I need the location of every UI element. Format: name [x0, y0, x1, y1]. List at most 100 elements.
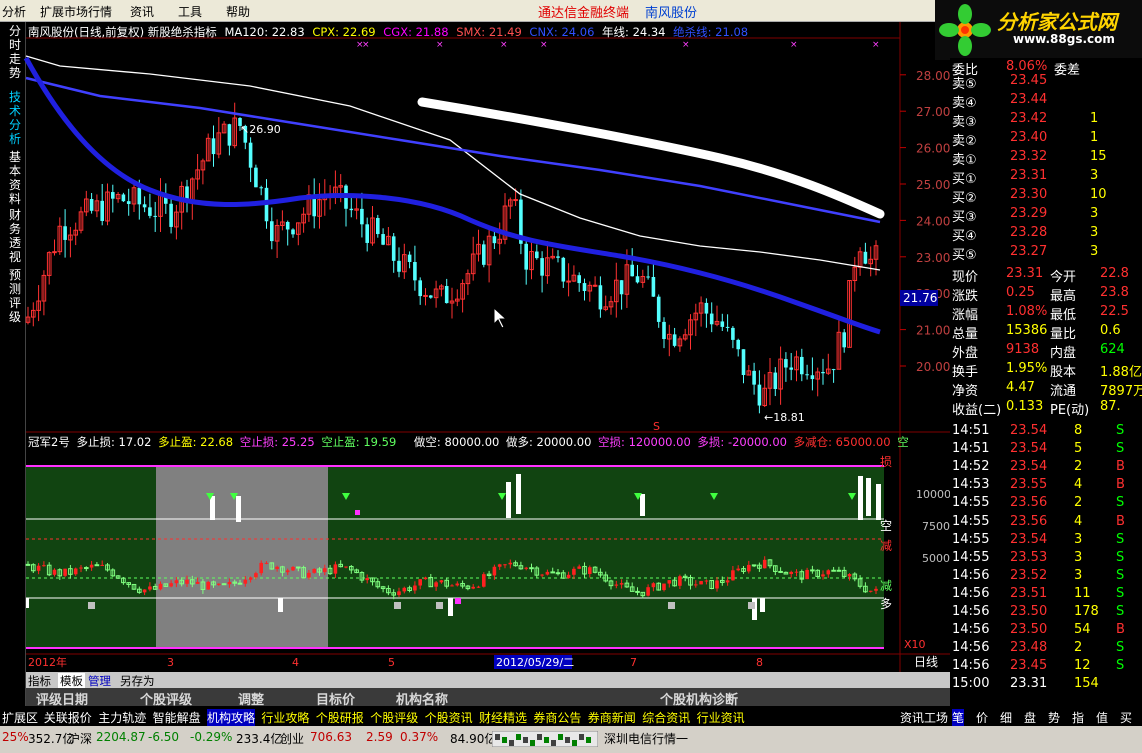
bottom-tab-6[interactable]: 个股研报: [316, 709, 364, 726]
tick-row[interactable]: 14:56 23.51 11 S: [950, 585, 1142, 604]
right-tab-4[interactable]: 盘: [1024, 709, 1036, 726]
price-candle-body: [121, 194, 126, 202]
right-tab-0[interactable]: 资讯工场: [900, 709, 948, 726]
buy-level-4[interactable]: 买④ 23.28 3: [950, 224, 1142, 244]
bottom-tab-8[interactable]: 个股资讯: [425, 709, 473, 726]
tick-row[interactable]: 14:51 23.54 8 S: [950, 422, 1142, 441]
bottom-tab-13[interactable]: 行业资讯: [697, 709, 745, 726]
right-tab-6[interactable]: 指: [1072, 709, 1084, 726]
tick-row[interactable]: 15:00 23.31 154: [950, 675, 1142, 694]
tab-save-as[interactable]: 另存为: [120, 673, 155, 689]
tick-row[interactable]: 14:55 23.56 2 S: [950, 494, 1142, 513]
col-rating-date[interactable]: 评级日期: [36, 689, 88, 708]
tab-indicator[interactable]: 指标: [28, 673, 51, 689]
bottom-tab-10[interactable]: 券商公告: [533, 709, 581, 726]
bottom-tab-11[interactable]: 券商新闻: [588, 709, 636, 726]
right-tab-8[interactable]: 买: [1120, 709, 1132, 726]
date-month-3: 3: [167, 656, 174, 669]
right-tab-3[interactable]: 细: [1000, 709, 1012, 726]
sell-level-5[interactable]: 卖⑤ 23.45: [950, 72, 1142, 92]
right-tab-5[interactable]: 势: [1048, 709, 1060, 726]
ind-candle-body: [344, 566, 348, 568]
quote-row-2[interactable]: 涨幅 1.08% 最低 22.5: [950, 303, 1142, 323]
buy-level-1[interactable]: 买① 23.31 3: [950, 167, 1142, 187]
status-mini-bar: [565, 737, 570, 743]
bottom-tab-3[interactable]: 智能解盘: [153, 709, 201, 726]
price-candle-body: [784, 359, 788, 368]
price-candle-body: [656, 296, 661, 322]
ind-white-bar: [26, 598, 29, 608]
quote-row-4[interactable]: 外盘 9138 内盘 624: [950, 341, 1142, 361]
main-header-7: 绝杀线: 21.08: [673, 25, 749, 39]
quote-row-7[interactable]: 收益(二) 0.133 PE(动) 87.: [950, 398, 1142, 418]
col-diagnosis[interactable]: 个股机构诊断: [660, 689, 738, 708]
buy-level-2[interactable]: 买② 23.30 10: [950, 186, 1142, 206]
buy-level-3[interactable]: 买③ 23.29 3: [950, 205, 1142, 225]
ind-candle-body: [312, 568, 316, 573]
price-candle-body: [773, 372, 778, 390]
tick-row[interactable]: 14:51 23.54 5 S: [950, 440, 1142, 459]
cursor-date: 2012/05/29/二: [496, 656, 574, 669]
quote-row-5-cell: 1.88亿: [1100, 365, 1142, 380]
right-tab-1[interactable]: 笔: [952, 709, 965, 726]
chart-area[interactable]: ×× × × × × × × 28.0027.0026.0025.0024.0023.002…: [0, 0, 950, 672]
tick-row-cell: 14:51: [952, 441, 990, 457]
sell-level-1[interactable]: 卖① 23.32 15: [950, 148, 1142, 168]
status-mini-bar: [544, 737, 549, 743]
status-gem-name: 创业: [280, 732, 305, 746]
quote-row-3[interactable]: 总量 15386 量比 0.6: [950, 322, 1142, 342]
tick-row[interactable]: 14:56 23.48 2 S: [950, 639, 1142, 658]
status-feed[interactable]: 深圳电信行情一: [604, 730, 688, 747]
right-tab-2[interactable]: 价: [976, 709, 988, 726]
bottom-tab-12[interactable]: 综合资讯: [642, 709, 690, 726]
status-bar: 25% 352.7亿 沪深 2204.87 -6.50 -0.29% 233.4…: [0, 726, 1142, 753]
quote-row-1-cell: 23.8: [1100, 285, 1129, 300]
col-institution[interactable]: 机构名称: [396, 689, 448, 708]
ind-scale: X10: [904, 638, 926, 651]
quote-row-1[interactable]: 涨跌 0.25 最高 23.8: [950, 284, 1142, 304]
price-candle-body: [254, 167, 258, 188]
tick-row[interactable]: 14:56 23.50 54 B: [950, 621, 1142, 640]
tick-row-cell: B: [1116, 477, 1125, 493]
quote-row-2-cell: 涨幅: [952, 308, 979, 323]
main-header-5: CNX: 24.06: [529, 25, 595, 39]
cpx-thick-line: [417, 97, 885, 219]
tick-row[interactable]: 14:55 23.54 3 S: [950, 531, 1142, 550]
sell-level-3[interactable]: 卖③ 23.42 1: [950, 110, 1142, 130]
status-mini-bar: [558, 734, 563, 740]
buy-level-5[interactable]: 买⑤ 23.27 3: [950, 243, 1142, 263]
ind-candle-body: [725, 580, 730, 583]
tick-row[interactable]: 14:52 23.54 2 B: [950, 458, 1142, 477]
tab-manage[interactable]: 管理: [88, 673, 111, 689]
bottom-tab-0[interactable]: 扩展区: [2, 709, 38, 726]
col-target-price[interactable]: 目标价: [316, 689, 355, 708]
quote-row-0[interactable]: 现价 23.31 今开 22.8: [950, 265, 1142, 285]
ind-candle-body: [413, 585, 417, 591]
bottom-tab-1[interactable]: 关联报价: [44, 709, 92, 726]
quote-row-5[interactable]: 换手 1.95% 股本 1.88亿: [950, 360, 1142, 380]
right-tab-7[interactable]: 值: [1096, 709, 1108, 726]
tick-row[interactable]: 14:56 23.52 3 S: [950, 567, 1142, 586]
col-stock-rating[interactable]: 个股评级: [140, 689, 192, 708]
sell-level-4[interactable]: 卖④ 23.44: [950, 91, 1142, 111]
period-label[interactable]: 日线: [914, 655, 938, 669]
tick-row-cell: 23.50: [1010, 604, 1048, 619]
bottom-tab-4[interactable]: 机构攻略: [207, 709, 256, 726]
tab-template[interactable]: 模板: [58, 673, 85, 689]
tick-row[interactable]: 14:53 23.55 4 B: [950, 476, 1142, 495]
bottom-tab-9[interactable]: 财经精选: [479, 709, 527, 726]
quote-row-6[interactable]: 净资 4.47 流通 7897万: [950, 379, 1142, 399]
tick-row-cell: 12: [1074, 658, 1091, 674]
bottom-tab-7[interactable]: 个股评级: [370, 709, 418, 726]
bottom-tab-5[interactable]: 行业攻略: [261, 709, 309, 726]
col-adjust[interactable]: 调整: [238, 689, 264, 708]
tick-row[interactable]: 14:55 23.56 4 B: [950, 513, 1142, 532]
bottom-tab-2[interactable]: 主力轨迹: [98, 709, 146, 726]
tick-row[interactable]: 14:56 23.50 178 S: [950, 603, 1142, 622]
sell-level-2[interactable]: 卖② 23.40 1: [950, 129, 1142, 149]
tick-row[interactable]: 14:56 23.45 12 S: [950, 657, 1142, 676]
ind-header-7: 空损: 120000.00: [598, 435, 691, 449]
ind-candle-body: [778, 570, 783, 573]
tick-row-cell: 14:53: [952, 477, 990, 493]
tick-row[interactable]: 14:55 23.53 3 S: [950, 549, 1142, 568]
